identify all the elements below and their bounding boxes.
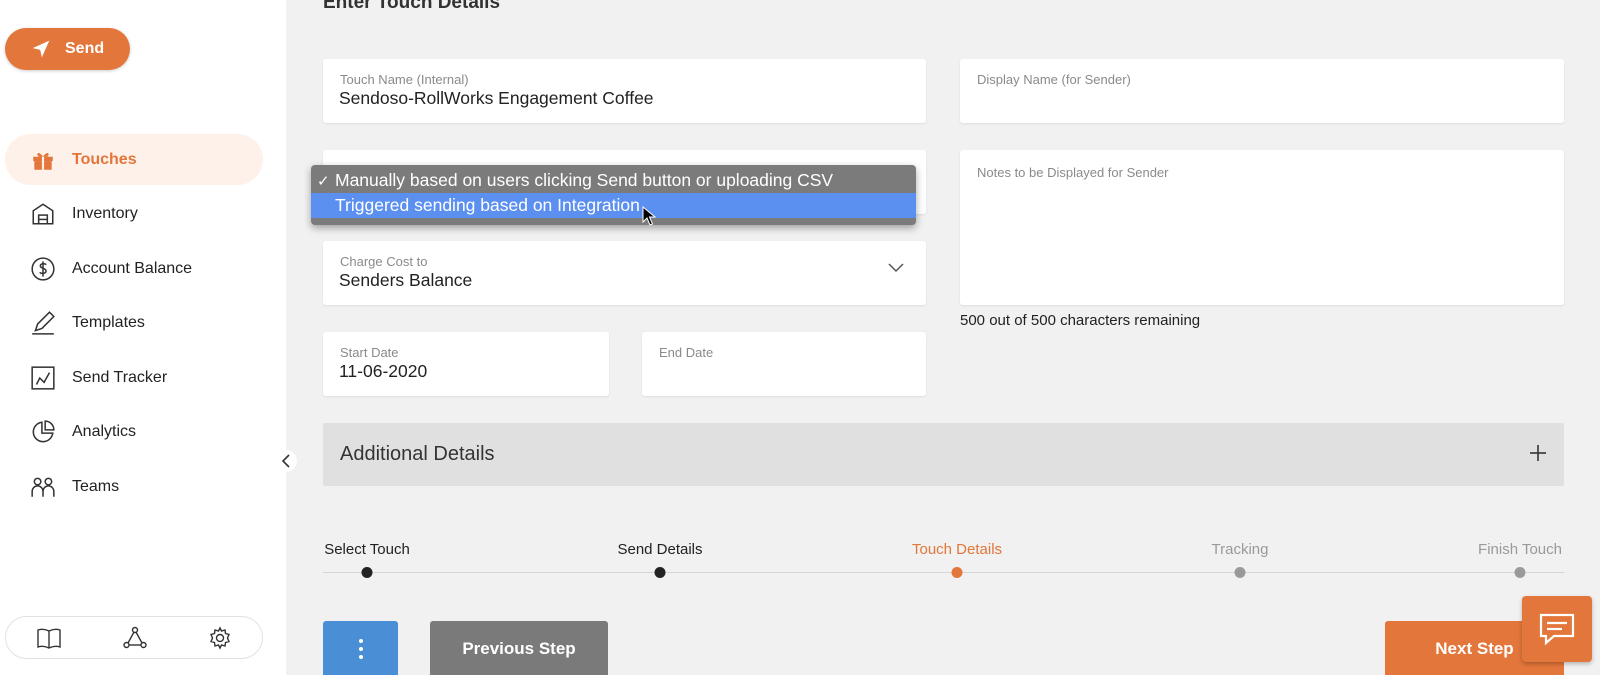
- step-dot-touch-details: [951, 567, 963, 578]
- step-dot-finish-touch: [1514, 567, 1526, 578]
- sidebar-item-label: Inventory: [72, 205, 138, 223]
- sidebar-item-label: Send Tracker: [72, 368, 168, 386]
- network-icon[interactable]: [123, 626, 147, 650]
- touch-type-option-manual[interactable]: ✓ Manually based on users clicking Send …: [311, 168, 916, 193]
- chat-icon: [1539, 613, 1575, 646]
- kebab-menu-icon: [358, 639, 363, 659]
- page-title: Enter Touch Details: [323, 0, 501, 13]
- sidebar-item-templates[interactable]: Templates: [5, 298, 263, 349]
- additional-details-toggle[interactable]: Additional Details: [323, 423, 1564, 486]
- notes-label: Notes to be Displayed for Sender: [977, 165, 1169, 180]
- touch-name-field[interactable]: Touch Name (Internal) Sendoso-RollWorks …: [323, 59, 926, 123]
- charge-cost-select[interactable]: Charge Cost to Senders Balance: [323, 241, 926, 305]
- team-icon: [31, 477, 55, 497]
- touch-type-option-integration[interactable]: Triggered sending based on Integration: [311, 193, 916, 218]
- end-date-field[interactable]: End Date: [642, 332, 926, 396]
- pen-icon: [32, 311, 55, 335]
- touch-name-value: Sendoso-RollWorks Engagement Coffee: [339, 88, 654, 108]
- sidebar-collapse-button[interactable]: [275, 450, 297, 472]
- step-dot-tracking: [1234, 567, 1246, 578]
- checkmark-icon: ✓: [317, 172, 330, 190]
- pie-chart-icon: [32, 420, 55, 443]
- step-select-touch[interactable]: Select Touch: [324, 541, 410, 558]
- additional-details-label: Additional Details: [340, 443, 495, 465]
- chevron-left-icon: [281, 454, 290, 468]
- start-date-field[interactable]: Start Date 11-06-2020: [323, 332, 609, 396]
- sidebar-item-label: Teams: [72, 478, 120, 496]
- step-dot-send-details: [654, 567, 666, 578]
- sidebar-bottom-bar: [5, 616, 263, 659]
- plus-icon: [1530, 445, 1546, 461]
- sidebar-item-label: Account Balance: [72, 259, 193, 277]
- sidebar-item-account-balance[interactable]: Account Balance: [5, 243, 263, 294]
- send-button-label: Send: [65, 40, 105, 57]
- sidebar-item-inventory[interactable]: Inventory: [5, 189, 263, 240]
- option-label: Manually based on users clicking Send bu…: [335, 170, 834, 190]
- touch-name-label: Touch Name (Internal): [340, 72, 469, 87]
- book-icon[interactable]: [36, 626, 62, 650]
- warehouse-icon: [32, 203, 54, 225]
- mouse-cursor-icon: [642, 206, 656, 226]
- sidebar-item-send-tracker[interactable]: Send Tracker: [5, 352, 263, 403]
- touch-type-dropdown: ✓ Manually based on users clicking Send …: [311, 165, 916, 225]
- notes-field[interactable]: Notes to be Displayed for Sender: [960, 150, 1564, 305]
- chevron-down-icon: [888, 263, 904, 273]
- charge-cost-label: Charge Cost to: [340, 254, 428, 269]
- sidebar-item-label: Templates: [72, 314, 145, 332]
- sidebar-item-teams[interactable]: Teams: [5, 462, 263, 513]
- sidebar-item-label: Analytics: [72, 423, 137, 441]
- step-finish-touch[interactable]: Finish Touch: [1478, 541, 1562, 558]
- start-date-value: 11-06-2020: [339, 361, 428, 381]
- sidebar-item-touches[interactable]: Touches: [5, 134, 263, 185]
- send-button[interactable]: Send: [5, 28, 130, 70]
- display-name-field[interactable]: Display Name (for Sender): [960, 59, 1564, 123]
- option-label: Triggered sending based on Integration: [335, 195, 640, 215]
- gear-icon[interactable]: [208, 625, 232, 650]
- step-dot-select-touch: [361, 567, 373, 578]
- sidebar-item-label: Touches: [72, 150, 137, 168]
- previous-step-button[interactable]: Previous Step: [430, 621, 608, 675]
- more-options-button[interactable]: [323, 621, 398, 675]
- sidebar: Send Touches Inventory Account Balance T…: [0, 0, 286, 675]
- step-send-details[interactable]: Send Details: [617, 541, 702, 558]
- sidebar-item-analytics[interactable]: Analytics: [5, 407, 263, 458]
- charge-cost-value: Senders Balance: [339, 270, 473, 290]
- sidebar-nav: Touches Inventory Account Balance Templa…: [5, 134, 263, 516]
- step-touch-details[interactable]: Touch Details: [912, 541, 1002, 558]
- gift-icon: [33, 152, 53, 170]
- send-plane-icon: [32, 40, 50, 58]
- step-tracking[interactable]: Tracking: [1212, 541, 1269, 558]
- display-name-label: Display Name (for Sender): [977, 72, 1131, 87]
- chars-remaining: 500 out of 500 characters remaining: [960, 312, 1201, 329]
- dollar-circle-icon: [31, 257, 55, 281]
- start-date-label: Start Date: [340, 345, 399, 360]
- chat-button[interactable]: [1522, 596, 1592, 662]
- tracker-icon: [31, 366, 55, 390]
- end-date-label: End Date: [659, 345, 714, 360]
- stepper-line: [323, 572, 1564, 573]
